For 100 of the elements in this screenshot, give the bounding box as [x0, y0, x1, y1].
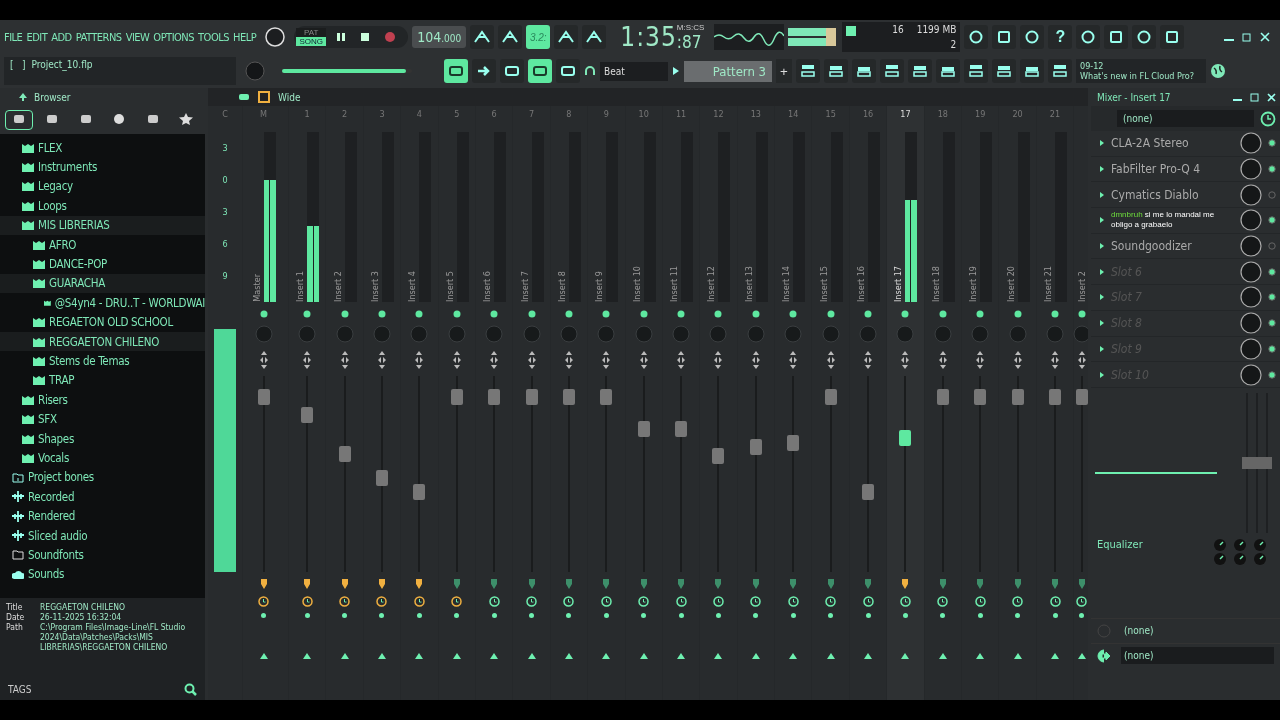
folder-item[interactable]: Stems de Temas [0, 351, 205, 371]
power-dot-icon[interactable] [1051, 310, 1059, 318]
menu-item[interactable]: PATTERNS [75, 30, 122, 44]
tempo-field[interactable]: 104.000 [412, 26, 467, 48]
knob-icon[interactable] [264, 26, 287, 48]
window-button[interactable] [1048, 59, 1072, 83]
output-icon[interactable] [1097, 648, 1111, 663]
enable-dot-icon[interactable] [1268, 267, 1276, 276]
power-dot-icon[interactable] [452, 310, 461, 318]
folder-item[interactable]: GUARACHA [0, 273, 205, 294]
power-dot-icon[interactable] [751, 310, 760, 318]
mix-knob[interactable] [1240, 132, 1262, 155]
stereo-arrows-icon[interactable] [414, 350, 425, 370]
clock-icon[interactable] [1076, 596, 1088, 607]
power-dot-icon[interactable] [377, 310, 386, 318]
fx-icon[interactable] [302, 578, 313, 590]
folder-item[interactable]: Vocals [0, 448, 205, 468]
toolbar-button[interactable] [498, 25, 523, 49]
toolbar-button[interactable] [444, 59, 468, 83]
clock-icon[interactable] [638, 596, 650, 607]
stereo-arrows-icon[interactable] [676, 350, 687, 370]
enable-dot-icon[interactable] [1268, 319, 1276, 328]
power-dot-icon[interactable] [901, 310, 910, 318]
mixer-strip[interactable]: Insert 2 [1073, 106, 1088, 700]
menu-item[interactable]: EDIT [26, 30, 48, 44]
browser-item[interactable]: Recorded [0, 487, 205, 507]
route-arrow-icon[interactable] [750, 652, 761, 660]
expand-arrow-icon[interactable] [1099, 267, 1105, 276]
enable-dot-icon[interactable] [1268, 216, 1276, 225]
power-dot-icon[interactable] [639, 310, 648, 318]
window-button[interactable] [964, 59, 988, 83]
toolbar-button[interactable] [1132, 25, 1157, 49]
effect-slot[interactable]: Cymatics Diablo [1111, 187, 1234, 202]
fx-icon[interactable] [339, 578, 350, 590]
mixer-strip[interactable]: 5 Insert 5 [437, 106, 475, 700]
route-arrow-icon[interactable] [414, 652, 425, 660]
snap-dropdown[interactable]: Beat [600, 61, 668, 81]
close-icon[interactable] [1267, 92, 1276, 102]
browser-item[interactable]: Sounds [0, 564, 205, 584]
stereo-arrows-icon[interactable] [563, 350, 574, 370]
stereo-arrows-icon[interactable] [750, 350, 761, 370]
stereo-arrows-icon[interactable] [339, 350, 350, 370]
clock-icon[interactable] [1260, 110, 1276, 127]
menu-item[interactable]: FILE [4, 30, 23, 44]
browser-item[interactable]: Sliced audio [0, 525, 205, 546]
close-icon[interactable] [1260, 32, 1270, 42]
route-arrow-icon[interactable] [1050, 652, 1060, 660]
power-dot-icon[interactable] [789, 310, 798, 318]
effect-slot[interactable]: Soundgoodizer [1111, 239, 1234, 254]
output-dropdown[interactable]: (none) [1121, 647, 1274, 665]
fx-icon[interactable] [1050, 578, 1060, 590]
effect-slot[interactable]: FabFilter Pro-Q 4 [1111, 162, 1234, 177]
fx-icon[interactable] [750, 578, 761, 590]
stereo-arrows-icon[interactable] [1050, 350, 1060, 370]
clock-icon[interactable] [413, 596, 425, 607]
restore-icon[interactable] [1242, 32, 1252, 42]
toolbar-button[interactable] [556, 59, 580, 83]
master-volume-slider[interactable] [282, 69, 412, 73]
toolbar-button[interactable] [1160, 25, 1185, 49]
power-dot-icon[interactable] [527, 310, 536, 318]
news-link[interactable]: What's new in FL Cloud Pro? [1080, 71, 1195, 81]
folder-item[interactable]: @S4yn4 - DRU..T - WORLDWAI [0, 293, 205, 313]
power-dot-icon[interactable] [714, 310, 723, 318]
fx-icon[interactable] [1012, 578, 1023, 590]
window-button[interactable] [824, 59, 848, 83]
browser-item[interactable]: Project bones [0, 467, 205, 488]
pause-icon[interactable] [335, 31, 348, 43]
globe-icon[interactable] [1210, 63, 1226, 79]
expand-arrow-icon[interactable] [1099, 139, 1105, 148]
clock-icon[interactable] [937, 596, 949, 607]
power-dot-icon[interactable] [938, 310, 947, 318]
stereo-arrows-icon[interactable] [258, 350, 269, 370]
menu-item[interactable]: ADD [51, 30, 72, 44]
mix-knob[interactable] [1240, 286, 1262, 309]
expand-arrow-icon[interactable] [1099, 293, 1105, 302]
fx-icon[interactable] [676, 578, 687, 590]
fx-icon[interactable] [601, 578, 612, 590]
folder-item[interactable]: Instruments [0, 157, 205, 177]
route-arrow-icon[interactable] [1012, 652, 1023, 660]
route-arrow-icon[interactable] [376, 652, 387, 660]
mix-knob[interactable] [1240, 235, 1262, 258]
view-mode-label[interactable]: Wide [278, 91, 301, 103]
route-arrow-icon[interactable] [601, 652, 612, 660]
fx-icon[interactable] [1076, 578, 1087, 590]
route-arrow-icon[interactable] [302, 652, 313, 660]
route-arrow-icon[interactable] [937, 652, 948, 660]
expand-arrow-icon[interactable] [1099, 216, 1105, 225]
browser-item[interactable]: Soundfonts [0, 545, 205, 565]
expand-arrow-icon[interactable] [1099, 190, 1105, 199]
fx-icon[interactable] [489, 578, 500, 590]
browser-tab[interactable] [4, 110, 33, 130]
stereo-arrows-icon[interactable] [937, 350, 948, 370]
toolbar-button[interactable] [554, 25, 579, 49]
stereo-arrows-icon[interactable] [601, 350, 612, 370]
clock-icon[interactable] [376, 596, 388, 607]
clock-icon[interactable] [974, 596, 986, 607]
mixer-strip[interactable]: 18 Insert 18 [923, 106, 962, 700]
fx-icon[interactable] [563, 578, 574, 590]
route-arrow-icon[interactable] [713, 652, 724, 660]
stereo-arrows-icon[interactable] [788, 350, 799, 370]
